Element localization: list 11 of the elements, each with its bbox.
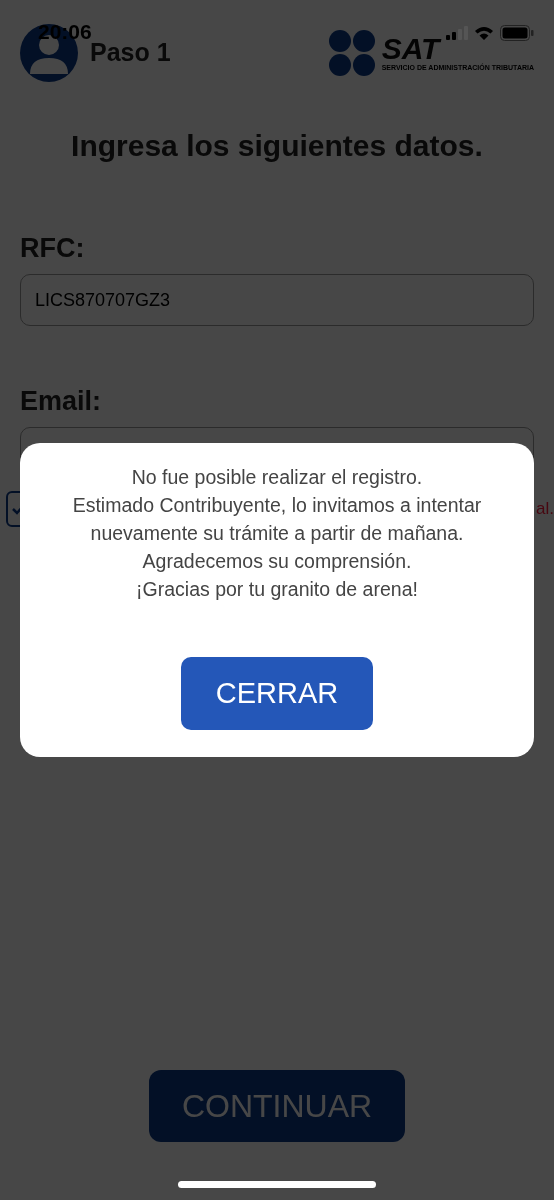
field-label: RFC: (20, 233, 86, 264)
dialog-message: No fue posible realizar el registro. Estimado Contribuyente, lo invitamos a intentar nuevamente su trámite a partir de mañana. Agradecemos su comprensión. ¡Gracias por tu granito de arena! (72, 465, 482, 602)
form-heading: Ingresa los siguientes datos. (70, 129, 484, 163)
close-button[interactable]: CERRAR (181, 657, 373, 730)
signal-icon (446, 26, 468, 40)
battery-icon (500, 25, 534, 41)
field-label: Email: (20, 386, 103, 417)
wifi-icon (474, 26, 494, 40)
logo-text: SAT (381, 34, 442, 64)
step-title: Paso 1 (90, 38, 172, 67)
terms-text: al. (536, 499, 554, 519)
